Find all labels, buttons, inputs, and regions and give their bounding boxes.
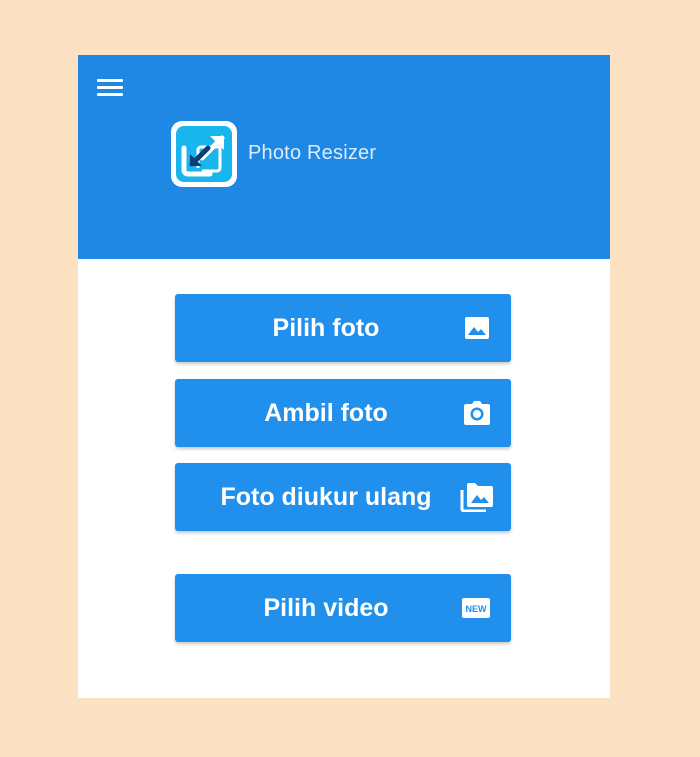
pick-video-label: Pilih video (263, 594, 389, 622)
new-badge-icon: NEW (462, 598, 490, 618)
app-header: Photo Resizer (78, 55, 610, 259)
pick-photo-button[interactable]: Pilih foto (175, 294, 511, 362)
take-photo-label: Ambil foto (264, 399, 388, 427)
camera-icon (464, 401, 490, 425)
image-icon (465, 317, 489, 339)
pick-photo-label: Pilih foto (272, 314, 380, 342)
menu-button[interactable] (94, 77, 126, 99)
photo-library-icon (460, 483, 493, 512)
pick-video-button[interactable]: Pilih video NEW (175, 574, 511, 642)
resized-photos-label: Foto diukur ulang (220, 483, 432, 511)
menu-icon (97, 93, 123, 96)
resize-arrows-icon (171, 121, 237, 187)
take-photo-button[interactable]: Ambil foto (175, 379, 511, 447)
app-screen: Photo Resizer Pilih foto Ambil foto Foto… (78, 55, 610, 698)
resized-photos-button[interactable]: Foto diukur ulang (175, 463, 511, 531)
app-title: Photo Resizer (248, 142, 377, 164)
menu-icon (97, 86, 123, 89)
new-badge-text: NEW (466, 604, 488, 614)
menu-icon (97, 79, 123, 82)
